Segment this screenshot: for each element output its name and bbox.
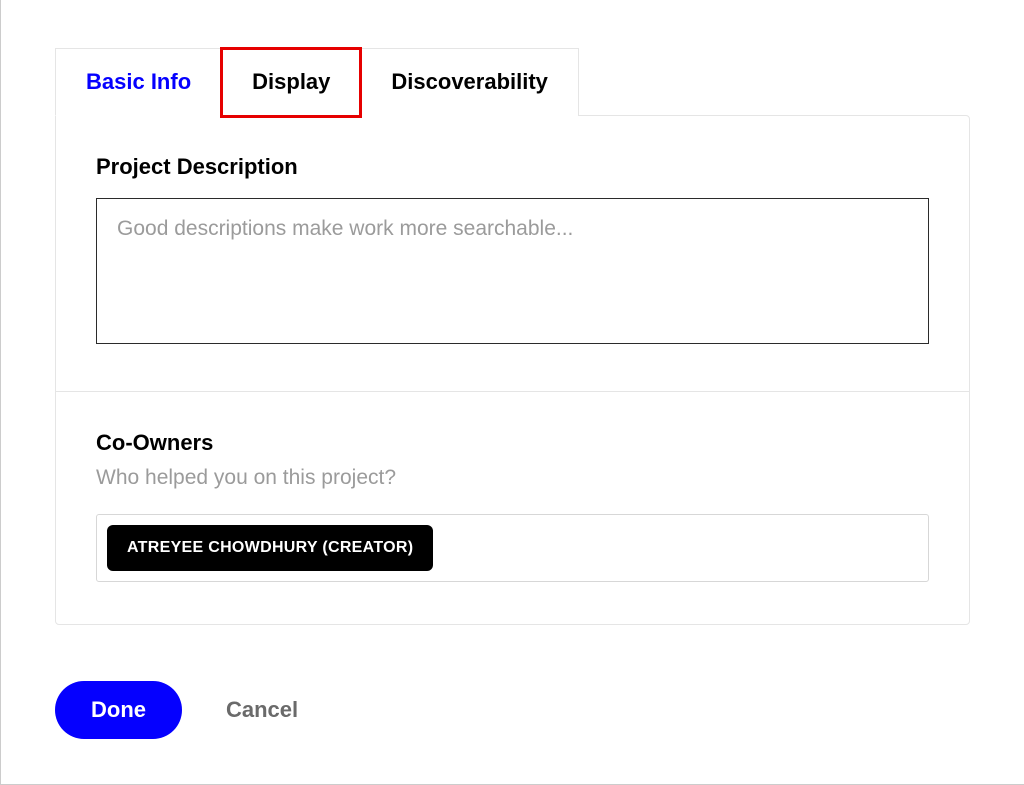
panel: Project Description Co-Owners Who helped… (55, 115, 970, 625)
tab-basic-info[interactable]: Basic Info (55, 48, 222, 116)
cancel-button[interactable]: Cancel (226, 697, 298, 723)
tabs: Basic Info Display Discoverability (55, 48, 970, 116)
tab-display[interactable]: Display (221, 48, 361, 116)
tab-discoverability[interactable]: Discoverability (360, 48, 579, 116)
coowners-subtitle: Who helped you on this project? (96, 466, 929, 490)
coowners-label: Co-Owners (96, 430, 929, 456)
coowner-chip[interactable]: ATREYEE CHOWDHURY (CREATOR) (107, 525, 433, 571)
description-label: Project Description (96, 154, 929, 180)
done-button[interactable]: Done (55, 681, 182, 739)
section-description: Project Description (56, 116, 969, 391)
description-input[interactable] (96, 198, 929, 344)
coowners-input[interactable]: ATREYEE CHOWDHURY (CREATOR) (96, 514, 929, 582)
footer: Done Cancel (55, 681, 970, 739)
section-coowners: Co-Owners Who helped you on this project… (56, 391, 969, 624)
